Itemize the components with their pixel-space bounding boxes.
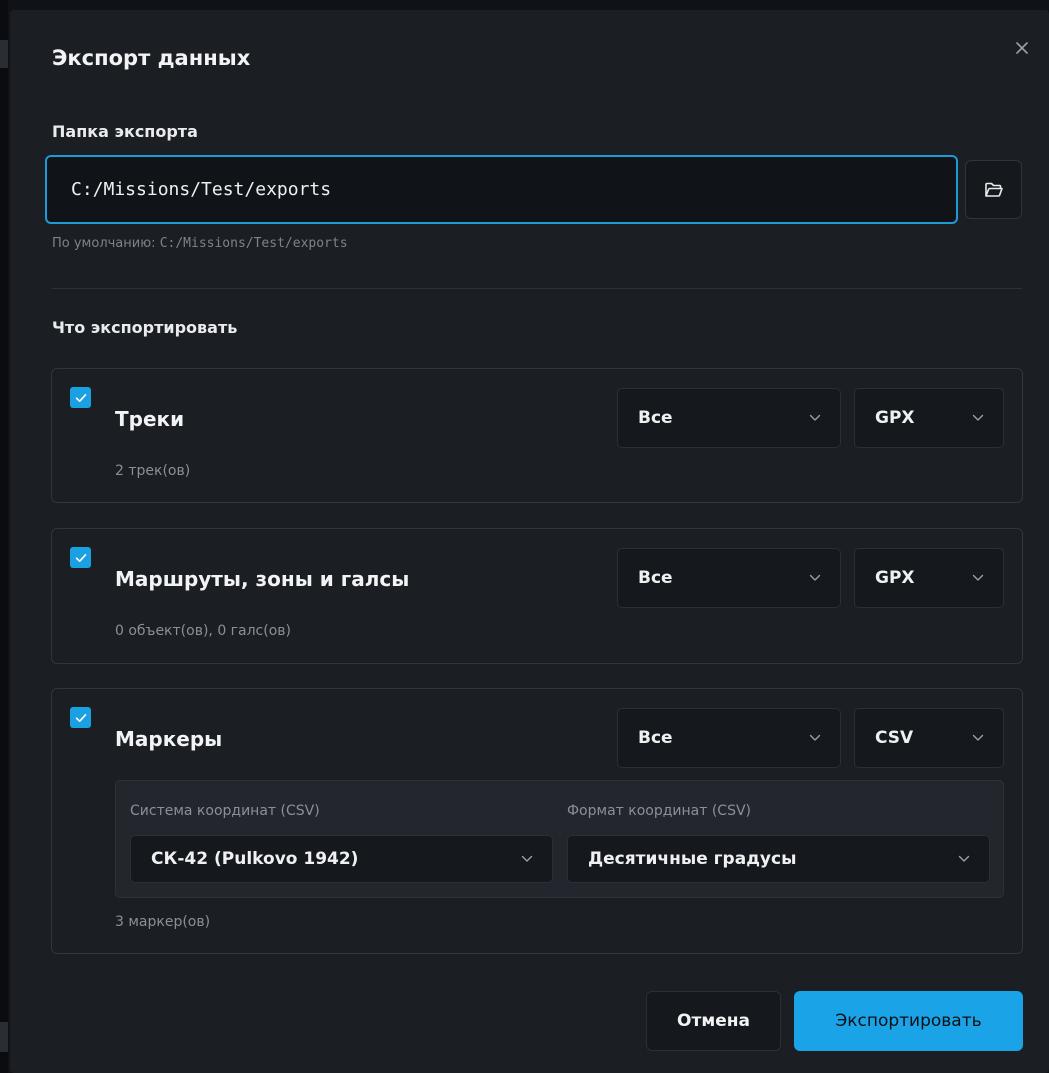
chevron-down-icon bbox=[971, 571, 985, 585]
routes-checkbox[interactable] bbox=[70, 547, 91, 568]
folder-open-icon bbox=[984, 182, 1003, 197]
tracks-format-select[interactable]: GPX bbox=[854, 388, 1004, 448]
export-section-routes: Маршруты, зоны и галсы 0 объект(ов), 0 г… bbox=[51, 528, 1023, 664]
chevron-down-icon bbox=[520, 852, 534, 866]
csv-options-panel: Система координат (CSV) СК-42 (Pulkovo 1… bbox=[115, 780, 1004, 898]
section-title: Маршруты, зоны и галсы bbox=[115, 567, 410, 591]
export-section-markers: Маркеры Все CSV Система координат (CSV) … bbox=[51, 688, 1023, 954]
what-to-export-label: Что экспортировать bbox=[52, 318, 238, 337]
section-title: Маркеры bbox=[115, 727, 223, 751]
coord-format-label: Формат координат (CSV) bbox=[567, 803, 752, 819]
routes-format-select[interactable]: GPX bbox=[854, 548, 1004, 608]
default-folder-hint-path: C:/Missions/Test/exports bbox=[159, 236, 348, 251]
background-window-fragment bbox=[0, 40, 8, 68]
chevron-down-icon bbox=[808, 731, 822, 745]
coord-format-select[interactable]: Десятичные градусы bbox=[567, 835, 990, 883]
checkmark-icon bbox=[75, 393, 86, 402]
background-window-edge bbox=[0, 0, 8, 1073]
close-icon bbox=[1016, 42, 1028, 54]
export-dialog: Экспорт данных Папка экспорта По умолчан… bbox=[10, 10, 1049, 1073]
checkmark-icon bbox=[75, 713, 86, 722]
chevron-down-icon bbox=[971, 411, 985, 425]
dialog-title: Экспорт данных bbox=[52, 46, 251, 70]
select-value: Все bbox=[638, 408, 673, 428]
export-folder-label: Папка экспорта bbox=[52, 122, 198, 141]
select-value: СК-42 (Pulkovo 1942) bbox=[151, 849, 359, 869]
select-value: Все bbox=[638, 568, 673, 588]
chevron-down-icon bbox=[957, 852, 971, 866]
select-value: GPX bbox=[875, 408, 915, 428]
crs-label: Система координат (CSV) bbox=[130, 803, 320, 819]
select-value: GPX bbox=[875, 568, 915, 588]
default-folder-hint: По умолчанию: C:/Missions/Test/exports bbox=[52, 236, 348, 251]
export-section-tracks: Треки 2 трек(ов) Все GPX bbox=[51, 368, 1023, 503]
routes-scope-select[interactable]: Все bbox=[617, 548, 841, 608]
cancel-button[interactable]: Отмена bbox=[646, 991, 781, 1051]
markers-checkbox[interactable] bbox=[70, 707, 91, 728]
section-count: 2 трек(ов) bbox=[115, 463, 191, 479]
section-title: Треки bbox=[115, 407, 185, 431]
select-value: CSV bbox=[875, 728, 914, 748]
tracks-checkbox[interactable] bbox=[70, 387, 91, 408]
chevron-down-icon bbox=[808, 571, 822, 585]
markers-format-select[interactable]: CSV bbox=[854, 708, 1004, 768]
checkmark-icon bbox=[75, 553, 86, 562]
close-button[interactable] bbox=[1012, 38, 1032, 58]
section-count: 3 маркер(ов) bbox=[115, 914, 211, 930]
browse-folder-button[interactable] bbox=[965, 160, 1022, 219]
chevron-down-icon bbox=[971, 731, 985, 745]
select-value: Все bbox=[638, 728, 673, 748]
section-divider bbox=[52, 288, 1022, 289]
select-value: Десятичные градусы bbox=[588, 849, 797, 869]
markers-scope-select[interactable]: Все bbox=[617, 708, 841, 768]
chevron-down-icon bbox=[808, 411, 822, 425]
crs-select[interactable]: СК-42 (Pulkovo 1942) bbox=[130, 835, 553, 883]
section-count: 0 объект(ов), 0 галс(ов) bbox=[115, 623, 291, 639]
export-folder-input[interactable] bbox=[45, 155, 958, 224]
tracks-scope-select[interactable]: Все bbox=[617, 388, 841, 448]
export-button[interactable]: Экспортировать bbox=[794, 991, 1023, 1051]
background-window-fragment bbox=[0, 1022, 8, 1052]
default-folder-hint-prefix: По умолчанию: bbox=[52, 236, 160, 251]
